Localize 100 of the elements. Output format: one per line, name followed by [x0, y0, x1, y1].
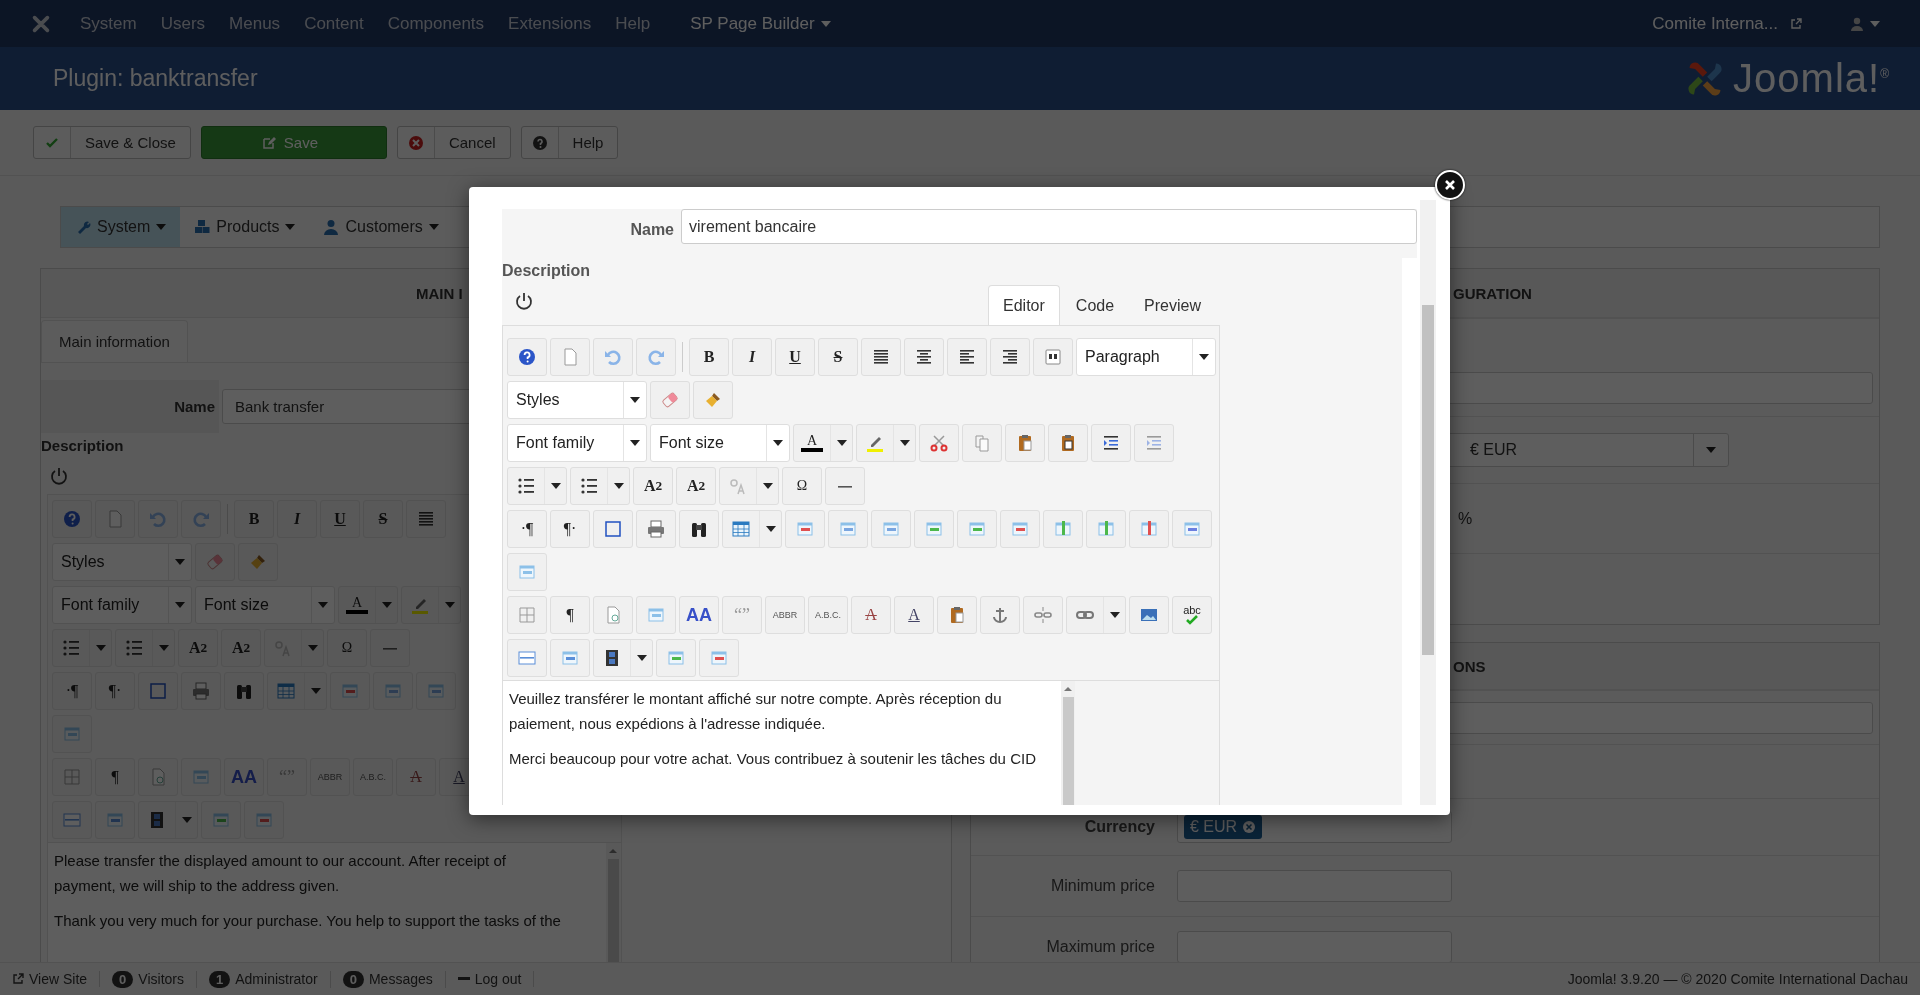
paste-button[interactable]: [1005, 424, 1045, 462]
visual-aid-button[interactable]: [507, 596, 547, 634]
site-link[interactable]: Comite Interna...: [1652, 13, 1802, 34]
print-button[interactable]: [181, 672, 221, 710]
pdf-button[interactable]: [138, 758, 178, 796]
format-dropdown[interactable]: Font family: [52, 586, 192, 624]
fullscreen-button[interactable]: [593, 510, 633, 548]
table-button[interactable]: [785, 510, 825, 548]
left-to-right-button[interactable]: ·¶: [52, 672, 92, 710]
format-dropdown[interactable]: Styles: [507, 381, 647, 419]
name-field[interactable]: virement bancaire: [681, 209, 1417, 244]
status-link[interactable]: View Site: [12, 971, 101, 987]
text-color-button[interactable]: A: [793, 424, 853, 462]
strikethrough-button[interactable]: S: [818, 338, 858, 376]
text-color-button[interactable]: A: [338, 586, 398, 624]
fullscreen-button[interactable]: [138, 672, 178, 710]
special-character-button[interactable]: Ω: [782, 467, 822, 505]
help-button[interactable]: [507, 338, 547, 376]
panel-tab[interactable]: Main information: [41, 320, 188, 362]
editor-text-area[interactable]: Please transfer the displayed amount to our account. After receipt of payment, we will ship to the address given. Thank you very much for your purchase. You help to support the tasks of the: [48, 843, 606, 962]
link-button[interactable]: [1066, 596, 1126, 634]
table-button[interactable]: [550, 639, 590, 677]
note-button[interactable]: [937, 596, 977, 634]
table-button[interactable]: [507, 639, 547, 677]
spellcheck-button[interactable]: abc: [1172, 596, 1212, 634]
toolbar-button[interactable]: Save: [200, 126, 387, 159]
user-menu[interactable]: [1850, 16, 1880, 31]
indent-button[interactable]: [1091, 424, 1131, 462]
horizontal-rule-button[interactable]: [825, 467, 865, 505]
table-button[interactable]: [699, 639, 739, 677]
currency-tag[interactable]: € EUR: [1184, 815, 1263, 839]
table-button[interactable]: [914, 510, 954, 548]
section-tab[interactable]: Customers: [309, 207, 453, 247]
format-dropdown[interactable]: Font size: [650, 424, 790, 462]
editor-tab[interactable]: Preview: [1130, 286, 1215, 325]
clear-formatting-button[interactable]: [650, 381, 690, 419]
editor-tab[interactable]: Code: [1061, 286, 1129, 325]
print-button[interactable]: [636, 510, 676, 548]
abbreviation-button[interactable]: ABBR: [765, 596, 805, 634]
table-button[interactable]: [507, 553, 547, 591]
table-button[interactable]: [1043, 510, 1083, 548]
format-dropdown[interactable]: Font size: [195, 586, 335, 624]
format-dropdown[interactable]: Font family: [507, 424, 647, 462]
underline-button[interactable]: U: [775, 338, 815, 376]
remove-icon[interactable]: [1242, 820, 1257, 834]
template-button[interactable]: [636, 596, 676, 634]
table-button[interactable]: [828, 510, 868, 548]
align-left-button[interactable]: [947, 338, 987, 376]
quote-button[interactable]: “”: [267, 758, 307, 796]
table-button[interactable]: [1172, 510, 1212, 548]
undo-button[interactable]: [593, 338, 633, 376]
table-button[interactable]: [1129, 510, 1169, 548]
help-button[interactable]: [52, 500, 92, 538]
table-button[interactable]: [1000, 510, 1040, 548]
style-button[interactable]: AA: [679, 596, 719, 634]
quote-button[interactable]: “”: [722, 596, 762, 634]
outdent-button[interactable]: [1134, 424, 1174, 462]
section-tab[interactable]: Products: [180, 207, 310, 247]
table-button[interactable]: [871, 510, 911, 548]
special-character-button[interactable]: Ω: [327, 629, 367, 667]
format-painter-button[interactable]: [238, 543, 278, 581]
toolbar-button[interactable]: Cancel: [396, 126, 511, 159]
media-button[interactable]: [593, 639, 653, 677]
bold-button[interactable]: B: [689, 338, 729, 376]
show-blocks-button[interactable]: ¶: [95, 758, 135, 796]
power-icon[interactable]: [514, 291, 534, 311]
new-document-button[interactable]: [95, 500, 135, 538]
format-painter-button[interactable]: [693, 381, 733, 419]
insertion-button[interactable]: A: [894, 596, 934, 634]
table-button[interactable]: [656, 639, 696, 677]
menu-item[interactable]: SP Page Builder: [690, 13, 831, 34]
redo-button[interactable]: [181, 500, 221, 538]
underline-button[interactable]: U: [320, 500, 360, 538]
scrollbar[interactable]: [1061, 681, 1075, 805]
table-button[interactable]: [267, 672, 327, 710]
anchor-button[interactable]: [980, 596, 1020, 634]
scrollbar[interactable]: [1420, 200, 1436, 805]
align-center-button[interactable]: [904, 338, 944, 376]
cut-button[interactable]: [919, 424, 959, 462]
undo-button[interactable]: [138, 500, 178, 538]
translate-button[interactable]: [719, 467, 779, 505]
paste-text-button[interactable]: [1048, 424, 1088, 462]
unlink-button[interactable]: [1023, 596, 1063, 634]
translate-button[interactable]: [264, 629, 324, 667]
table-button[interactable]: [957, 510, 997, 548]
table-button[interactable]: [722, 510, 782, 548]
toolbar-button[interactable]: Help: [520, 126, 619, 159]
italic-button[interactable]: I: [277, 500, 317, 538]
right-to-left-button[interactable]: ¶·: [95, 672, 135, 710]
left-to-right-button[interactable]: ·¶: [507, 510, 547, 548]
find-button[interactable]: [679, 510, 719, 548]
status-link[interactable]: 0 Messages: [342, 970, 446, 988]
highlight-color-button[interactable]: [856, 424, 916, 462]
template-button[interactable]: [181, 758, 221, 796]
numbered-list-button[interactable]: [507, 467, 567, 505]
align-right-button[interactable]: [990, 338, 1030, 376]
bold-button[interactable]: B: [234, 500, 274, 538]
status-link[interactable]: Log out: [457, 971, 535, 987]
show-blocks-button[interactable]: ¶: [550, 596, 590, 634]
align-justify-button[interactable]: [861, 338, 901, 376]
